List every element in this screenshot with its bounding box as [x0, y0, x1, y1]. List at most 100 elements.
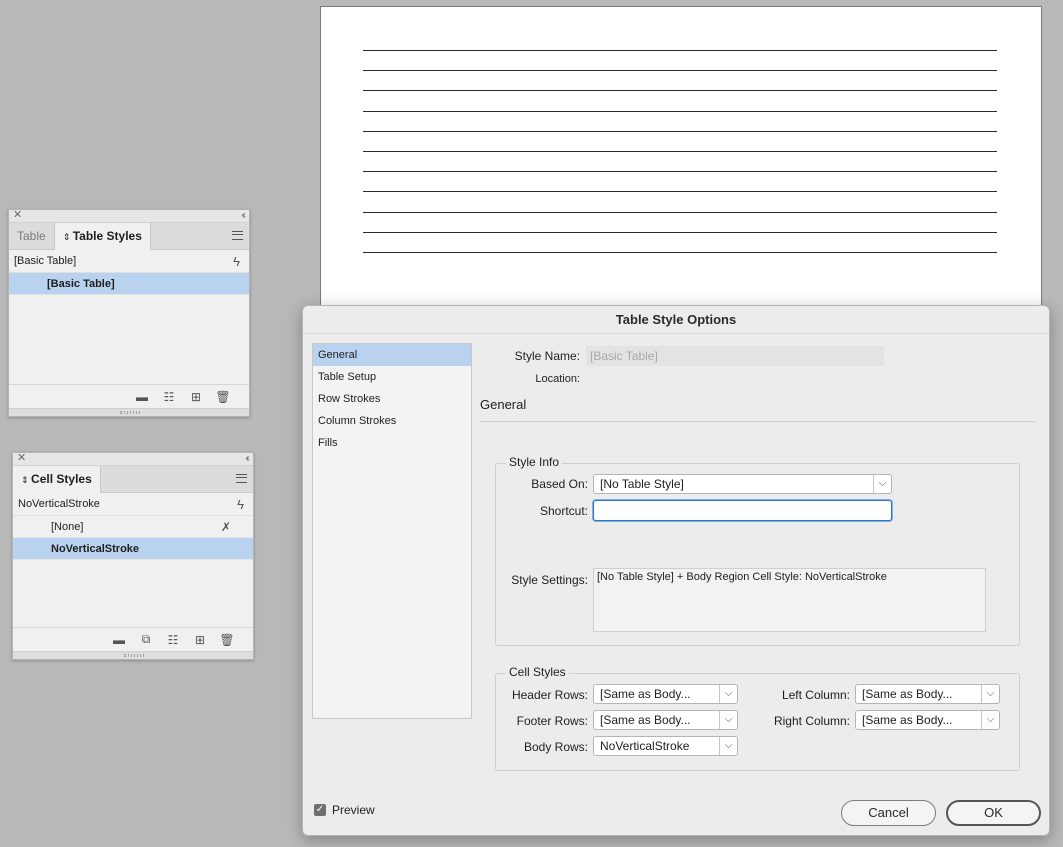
cell-styles-panel: ✕ ‹‹ ⇕ Cell Styles NoVerticalStroke ϟ [N… — [12, 452, 254, 660]
current-style-label: NoVerticalStroke — [18, 498, 100, 510]
cancel-button[interactable]: Cancel — [841, 800, 936, 826]
current-style-label: [Basic Table] — [14, 255, 77, 267]
panel-titlebar[interactable]: ✕ ‹‹ — [9, 209, 249, 223]
select-value: [Same as Body... — [600, 713, 691, 727]
chevron-down-icon: ⌵ — [873, 475, 891, 493]
section-divider — [480, 421, 1035, 422]
footer-rows-select[interactable]: [Same as Body... ⌵ — [593, 710, 738, 730]
nav-item-table-setup[interactable]: Table Setup — [313, 366, 471, 388]
quick-apply-icon[interactable]: ϟ — [237, 493, 244, 516]
check-icon[interactable]: ✓ — [314, 804, 326, 816]
list-item-label: [Basic Table] — [47, 278, 115, 290]
dialog-title: Table Style Options — [303, 306, 1049, 334]
body-rows-select[interactable]: NoVerticalStroke ⌵ — [593, 736, 738, 756]
trash-icon[interactable]: 🗑 — [215, 390, 231, 404]
sort-icon: ⇕ — [21, 475, 32, 485]
panel-titlebar[interactable]: ✕ ‹‹ — [13, 452, 253, 466]
load-styles-icon[interactable]: ☷ — [165, 633, 181, 647]
trash-icon[interactable]: 🗑 — [219, 633, 235, 647]
collapse-icon[interactable]: ‹‹ — [241, 209, 245, 222]
new-style-icon[interactable]: ⊞ — [192, 633, 208, 647]
collapse-icon[interactable]: ‹‹ — [245, 452, 249, 465]
close-icon[interactable]: ✕ — [13, 209, 22, 222]
shortcut-input[interactable] — [593, 500, 892, 521]
location-label: Location: — [535, 373, 580, 385]
table-row-rule — [363, 231, 997, 233]
shortcut-label: Shortcut: — [539, 504, 588, 518]
clear-overrides-icon[interactable]: ✗ — [221, 516, 231, 538]
table-row-rule — [363, 252, 997, 253]
document-page[interactable] — [320, 6, 1042, 326]
table-row-rule — [363, 90, 997, 92]
nav-item-column-strokes[interactable]: Column Strokes — [313, 410, 471, 432]
ok-button[interactable]: OK — [946, 800, 1041, 826]
chevron-down-icon: ⌵ — [981, 685, 999, 703]
tab-table-styles[interactable]: ⇕ Table Styles — [53, 223, 151, 250]
panel-footer: ▬ ⧉ ☷ ⊞ 🗑 — [13, 627, 253, 651]
folder-icon[interactable]: ▬ — [134, 390, 150, 404]
select-value: [No Table Style] — [600, 477, 684, 491]
table-row-rule — [363, 130, 997, 132]
style-settings-label: Style Settings: — [511, 573, 588, 587]
style-name-field: [Basic Table] — [586, 346, 884, 366]
nav-item-row-strokes[interactable]: Row Strokes — [313, 388, 471, 410]
group-legend: Cell Styles — [506, 665, 569, 679]
quick-apply-icon[interactable]: ϟ — [233, 250, 240, 273]
footer-rows-label: Footer Rows: — [516, 714, 588, 728]
chevron-down-icon: ⌵ — [719, 737, 737, 755]
based-on-select[interactable]: [No Table Style] ⌵ — [593, 474, 892, 494]
section-heading: General — [480, 397, 527, 412]
table-style-options-dialog: Table Style Options General Table Setup … — [302, 305, 1050, 836]
tab-table[interactable]: Table — [9, 223, 54, 249]
panel-footer: ▬ ☷ ⊞ 🗑 — [9, 384, 249, 408]
right-column-label: Right Column: — [773, 714, 850, 728]
header-rows-select[interactable]: [Same as Body... ⌵ — [593, 684, 738, 704]
chevron-down-icon: ⌵ — [719, 711, 737, 729]
new-style-icon[interactable]: ⊞ — [188, 390, 204, 404]
panel-tabbar: Table ⇕ Table Styles — [9, 223, 249, 250]
preview-label: Preview — [332, 803, 375, 817]
tab-cell-styles[interactable]: ⇕ Cell Styles — [13, 466, 101, 493]
folder-icon[interactable]: ▬ — [111, 633, 127, 647]
dialog-nav: General Table Setup Row Strokes Column S… — [312, 343, 472, 719]
list-item[interactable]: [Basic Table] — [9, 273, 249, 295]
nav-item-general[interactable]: General — [313, 344, 471, 366]
table-row-rule — [363, 191, 997, 193]
select-value: [Same as Body... — [862, 687, 953, 701]
table-row-rule — [363, 70, 997, 72]
table-row-rule — [363, 110, 997, 112]
style-settings-box: [No Table Style] + Body Region Cell Styl… — [593, 568, 986, 632]
resize-grip[interactable] — [9, 408, 249, 416]
chevron-down-icon: ⌵ — [981, 711, 999, 729]
list-item[interactable]: [None] ✗ — [13, 516, 253, 538]
close-icon[interactable]: ✕ — [17, 452, 26, 465]
style-name-label: Style Name: — [514, 349, 580, 363]
preview-toggle[interactable]: ✓ Preview — [314, 803, 375, 817]
current-style-row: [Basic Table] ϟ — [9, 250, 249, 273]
chevron-down-icon: ⌵ — [719, 685, 737, 703]
current-style-row: NoVerticalStroke ϟ — [13, 493, 253, 516]
sort-icon: ⇕ — [62, 232, 73, 242]
body-rows-label: Body Rows: — [523, 740, 588, 754]
header-rows-label: Header Rows: — [511, 688, 588, 702]
right-column-select[interactable]: [Same as Body... ⌵ — [855, 710, 1000, 730]
left-column-select[interactable]: [Same as Body... ⌵ — [855, 684, 1000, 704]
table-row-rule — [363, 171, 997, 173]
table-row-rule — [363, 211, 997, 213]
table-row-rule — [363, 151, 997, 152]
cell-styles-group: Cell Styles Header Rows: [Same as Body..… — [495, 665, 1020, 771]
nav-item-fills[interactable]: Fills — [313, 432, 471, 454]
group-legend: Style Info — [506, 455, 563, 469]
list-item[interactable]: NoVerticalStroke — [13, 538, 253, 560]
panel-menu-icon[interactable] — [232, 231, 243, 240]
select-value: [Same as Body... — [862, 713, 953, 727]
style-info-group: Style Info Based On: [No Table Style] ⌵ … — [495, 455, 1020, 646]
tab-label: Cell Styles — [31, 472, 92, 486]
convert-icon[interactable]: ⧉ — [138, 632, 154, 647]
list-item-label: [None] — [51, 521, 84, 533]
panel-menu-icon[interactable] — [236, 474, 247, 483]
select-value: NoVerticalStroke — [600, 739, 690, 753]
load-styles-icon[interactable]: ☷ — [161, 390, 177, 404]
resize-grip[interactable] — [13, 651, 253, 659]
dialog-content: Style Name: [Basic Table] Location: Gene… — [480, 334, 1049, 835]
